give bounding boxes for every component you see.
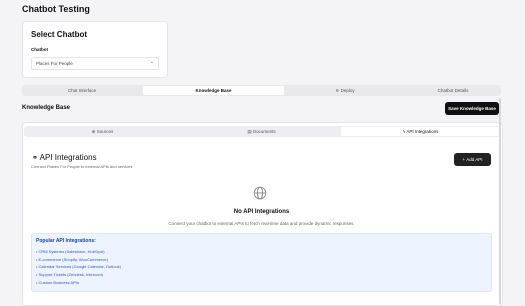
chatbot-select[interactable]: Places For People ⌄ xyxy=(31,57,159,70)
scrollbar[interactable] xyxy=(499,98,501,304)
page-title: Chatbot Testing xyxy=(22,4,90,14)
lightning-icon: ϟ xyxy=(402,129,406,134)
empty-state-heading: No API Integrations xyxy=(233,209,290,215)
popular-integrations-heading: Popular API Integrations: xyxy=(36,238,96,244)
globe-icon: ⊕ xyxy=(91,129,96,134)
empty-state-description: Connect your chatbot to external APIs to… xyxy=(168,221,355,226)
link-icon: ⚭ xyxy=(32,155,38,162)
popular-integrations-list: • CRM Systems (Salesforce, HubSpot) • E-… xyxy=(36,248,121,286)
list-item: • Support Tickets (Zendesk, Intercom) xyxy=(36,272,103,278)
list-item: • E-commerce (Shopify, WooCommerce) xyxy=(36,256,108,262)
list-item: • Custom Business APIs xyxy=(36,279,79,285)
tab-chatbot-details[interactable]: Chatbot Details xyxy=(406,86,500,95)
knowledge-base-title: Knowledge Base xyxy=(22,105,71,111)
save-knowledge-base-button[interactable]: Save Knowledge Base xyxy=(445,102,499,115)
subtab-sources[interactable]: ⊕ Sources xyxy=(25,127,180,136)
tab-deploy[interactable]: ⚟ Deploy xyxy=(286,86,404,95)
tab-knowledge-base[interactable]: Knowledge Base xyxy=(143,86,284,95)
chatbot-label: Chatbot xyxy=(31,47,48,52)
select-chatbot-card: Select Chatbot Chatbot Places For People… xyxy=(22,21,168,78)
subtab-documents-label: Documents xyxy=(252,129,276,134)
popular-integrations-box: Popular API Integrations: • CRM Systems … xyxy=(31,233,492,292)
subtab-api-integrations[interactable]: ϟ API Integrations xyxy=(341,127,500,136)
api-integrations-subtitle: Connect Places For People to external AP… xyxy=(31,164,133,169)
chevron-down-icon: ⌄ xyxy=(149,59,154,65)
plus-icon: + xyxy=(462,157,466,162)
tab-deploy-label: Deploy xyxy=(340,88,355,93)
add-api-button[interactable]: + Add API xyxy=(454,153,491,166)
select-chatbot-heading: Select Chatbot xyxy=(31,30,88,39)
subtab-sources-label: Sources xyxy=(96,129,114,134)
api-integrations-title: API Integrations xyxy=(39,153,97,162)
chatbot-select-value: Places For People xyxy=(36,61,73,66)
add-api-label: Add API xyxy=(466,157,483,162)
api-integrations-heading: ⚭ API Integrations xyxy=(32,153,97,162)
subtab-documents[interactable]: ▤ Documents xyxy=(184,127,339,136)
tab-chat-interface[interactable]: Chat Interface xyxy=(23,86,141,95)
list-item: • Calendar Services (Google Calendar, Ou… xyxy=(36,264,121,270)
list-item: • CRM Systems (Salesforce, HubSpot) xyxy=(36,249,105,254)
kb-subtabs: ⊕ Sources ▤ Documents ϟ API Integrations xyxy=(24,126,501,137)
knowledge-base-panel: ⊕ Sources ▤ Documents ϟ API Integrations… xyxy=(22,122,503,306)
document-icon: ▤ xyxy=(247,129,252,134)
subtab-api-label: API Integrations xyxy=(406,129,439,134)
globe-icon xyxy=(253,186,267,200)
deploy-icon: ⚟ xyxy=(335,88,340,93)
main-tabs: Chat Interface Knowledge Base ⚟ Deploy C… xyxy=(22,85,501,96)
